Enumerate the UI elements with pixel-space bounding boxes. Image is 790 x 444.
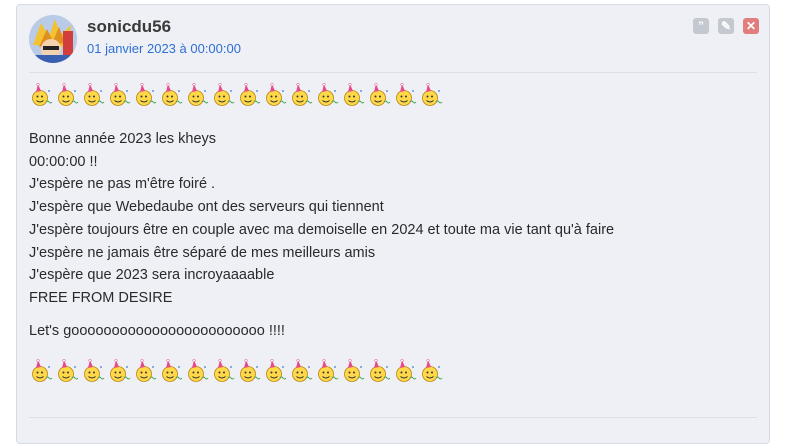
quote-button[interactable]: ” [693,18,709,34]
party-hat-smiley-icon [367,82,392,107]
edit-button[interactable]: ✎ [718,18,734,34]
party-hat-smiley-icon [393,358,418,383]
party-hat-smiley-icon [55,358,80,383]
forum-post: sonicdu56 01 janvier 2023 à 00:00:00 ” ✎… [16,4,770,444]
post-actions: ” ✎ ✕ [693,18,759,34]
closing-line: Let's goooooooooooooooooooooooo !!!! [29,323,285,339]
party-hat-smiley-icon [289,82,314,107]
party-hat-smiley-icon [29,82,54,107]
party-hat-smiley-icon [237,82,262,107]
smiley-row-bottom [29,358,444,383]
post-date-link[interactable]: 01 janvier 2023 à 00:00:00 [87,41,241,56]
text-line: J'espère toujours être en couple avec ma… [29,221,615,238]
party-hat-smiley-icon [107,82,132,107]
quote-icon: ” [698,19,704,33]
party-hat-smiley-icon [29,358,54,383]
party-hat-smiley-icon [315,82,340,107]
divider [29,72,757,73]
party-hat-smiley-icon [315,358,340,383]
party-hat-smiley-icon [133,82,158,107]
text-line: J'espère ne jamais être séparé de mes me… [29,244,376,261]
party-hat-smiley-icon [159,82,184,107]
delete-button[interactable]: ✕ [743,18,759,34]
smiley-row-top [29,82,444,107]
party-hat-smiley-icon [237,358,262,383]
party-hat-smiley-icon [81,82,106,107]
party-hat-smiley-icon [393,82,418,107]
avatar[interactable] [29,15,77,63]
party-hat-smiley-icon [185,358,210,383]
party-hat-smiley-icon [367,358,392,383]
party-hat-smiley-icon [419,82,444,107]
party-hat-smiley-icon [341,358,366,383]
party-hat-smiley-icon [159,358,184,383]
text-line: J'espère que Webedaube ont des serveurs … [29,199,384,216]
username[interactable]: sonicdu56 [87,17,171,37]
text-line: J'espère ne pas m'être foiré . [29,176,216,193]
party-hat-smiley-icon [211,358,236,383]
party-hat-smiley-icon [55,82,80,107]
post-content: Bonne année 2023 les kheys 00:00:00 !! J… [29,128,614,310]
party-hat-smiley-icon [263,358,288,383]
text-line: FREE FROM DESIRE [29,289,173,306]
party-hat-smiley-icon [341,82,366,107]
close-icon: ✕ [745,19,757,33]
divider [29,417,757,418]
text-line: 00:00:00 !! [29,153,98,170]
party-hat-smiley-icon [107,358,132,383]
party-hat-smiley-icon [419,358,444,383]
party-hat-smiley-icon [185,82,210,107]
party-hat-smiley-icon [263,82,288,107]
text-line: J'espère que 2023 sera incroyaaaable [29,267,275,284]
pencil-icon: ✎ [720,19,732,33]
party-hat-smiley-icon [133,358,158,383]
party-hat-smiley-icon [289,358,314,383]
party-hat-smiley-icon [81,358,106,383]
party-hat-smiley-icon [211,82,236,107]
text-line: Bonne année 2023 les kheys [29,131,217,147]
